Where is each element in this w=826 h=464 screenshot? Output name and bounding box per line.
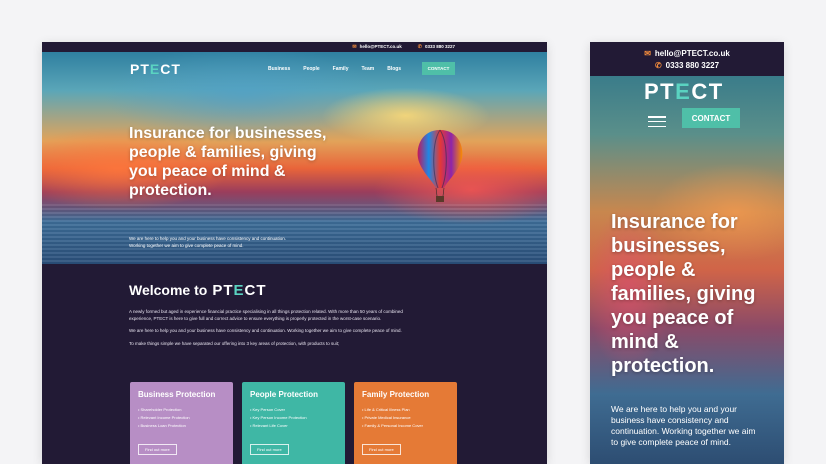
hero-title: Insurance for businesses, people & famil… xyxy=(129,125,327,199)
mobile-email-link[interactable]: ✉ hello@PTECT.co.uk xyxy=(644,49,730,58)
protection-cards: Business Protection Shareholder Protecti… xyxy=(130,382,457,464)
welcome-section: Welcome to PTECT A newly formed but aged… xyxy=(42,264,547,347)
welcome-paragraph: We are here to help you and your busines… xyxy=(129,328,402,333)
card-list-item: Private Medical Insurance xyxy=(362,414,449,422)
hero-section: PTECT Business People Family Team Blogs … xyxy=(42,52,547,264)
find-out-more-button[interactable]: Find out more xyxy=(250,444,289,455)
welcome-logo: PTECT xyxy=(212,282,267,299)
welcome-paragraph: To make things simple we have separated … xyxy=(129,340,340,346)
nav-item-family[interactable]: Family xyxy=(333,66,349,72)
card-list-item: Business Loan Protection xyxy=(138,422,225,430)
card-list-item: Relevant Life Cover xyxy=(250,422,337,430)
find-out-more-button[interactable]: Find out more xyxy=(138,444,177,455)
mail-icon: ✉ xyxy=(644,48,651,58)
card-list-item: Key Person Income Protection xyxy=(250,414,337,422)
nav-item-business[interactable]: Business xyxy=(268,66,290,72)
nav-item-blogs[interactable]: Blogs xyxy=(387,66,401,72)
logo[interactable]: PTECT xyxy=(130,61,181,77)
hero-subtitle: We are here to help you and your busines… xyxy=(129,236,287,248)
mobile-hero-title: Insurance for businesses, people & famil… xyxy=(611,211,756,377)
phone-icon: ✆ xyxy=(654,60,662,70)
card-list-item: Life & Critical Illness Plan xyxy=(362,406,449,414)
nav-item-people[interactable]: People xyxy=(303,66,319,72)
card-list-item: Shareholder Protection xyxy=(138,406,225,414)
people-protection-card[interactable]: People Protection Key Person Cover Key P… xyxy=(242,382,345,464)
card-list-item: Key Person Cover xyxy=(250,406,337,414)
water-reflection xyxy=(42,204,547,264)
phone-link[interactable]: ✆ 0333 880 3227 xyxy=(418,44,455,50)
contact-button[interactable]: CONTACT xyxy=(422,62,455,75)
card-list-item: Relevant Income Protection xyxy=(138,414,225,422)
mobile-hero-subtitle: We are here to help you and your busines… xyxy=(611,404,756,447)
email-link[interactable]: ✉ hello@PTECT.co.uk xyxy=(352,44,401,50)
desktop-mockup: ✉ hello@PTECT.co.uk ✆ 0333 880 3227 PTECT … xyxy=(42,42,547,464)
welcome-heading: Welcome to PTECT xyxy=(129,282,267,299)
main-nav: Business People Family Team Blogs xyxy=(268,66,401,72)
hamburger-menu-icon[interactable] xyxy=(648,116,666,127)
business-protection-card[interactable]: Business Protection Shareholder Protecti… xyxy=(130,382,233,464)
phone-icon: ✆ xyxy=(417,44,422,50)
mobile-contact-button[interactable]: CONTACT xyxy=(682,108,740,128)
mobile-contact-bar: ✉ hello@PTECT.co.uk ✆ 0333 880 3227 xyxy=(590,42,784,76)
mobile-phone-link[interactable]: ✆ 0333 880 3227 xyxy=(655,61,719,70)
nav-item-team[interactable]: Team xyxy=(361,66,374,72)
card-list-item: Family & Personal Income Cover xyxy=(362,422,449,430)
mobile-mockup: ✉ hello@PTECT.co.uk ✆ 0333 880 3227 PTECT … xyxy=(590,42,784,464)
hot-air-balloon-image xyxy=(417,129,463,202)
welcome-paragraph: A newly formed but aged in experience fi… xyxy=(129,309,403,321)
mobile-logo[interactable]: PTECT xyxy=(644,79,724,105)
find-out-more-button[interactable]: Find out more xyxy=(362,444,401,455)
family-protection-card[interactable]: Family Protection Life & Critical Illnes… xyxy=(354,382,457,464)
mail-icon: ✉ xyxy=(352,44,357,50)
top-contact-bar: ✉ hello@PTECT.co.uk ✆ 0333 880 3227 xyxy=(42,42,547,52)
